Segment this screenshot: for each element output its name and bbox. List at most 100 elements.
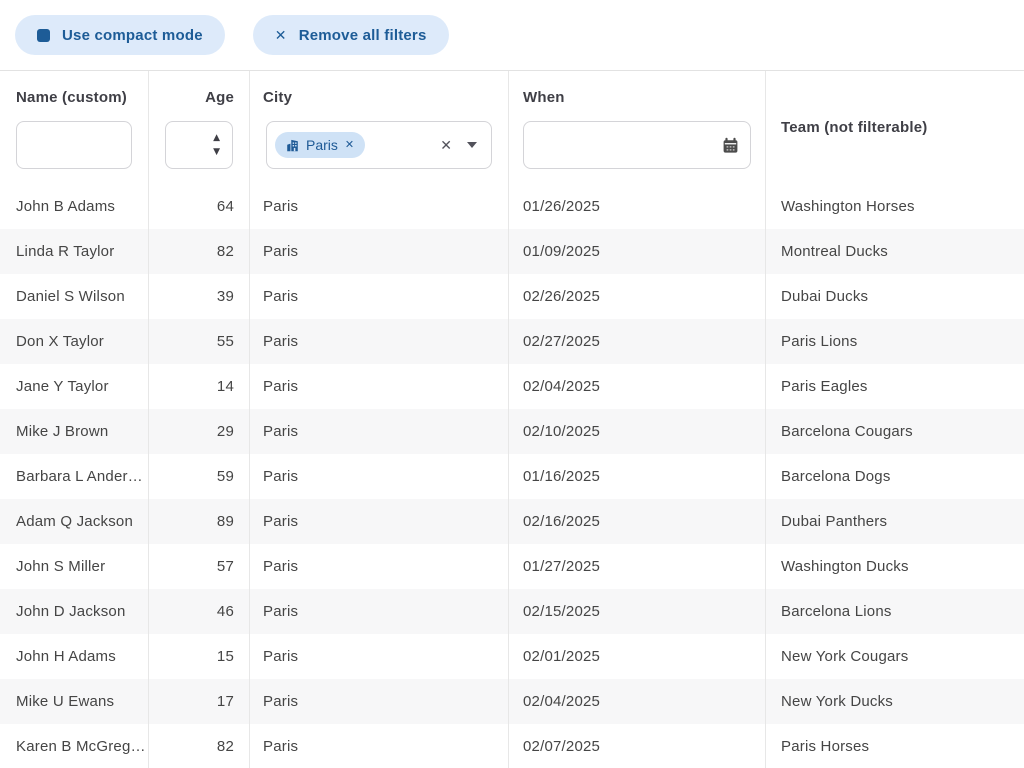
cell-age: 15 xyxy=(149,634,250,679)
cell-name: Barbara L Ander… xyxy=(0,454,149,499)
cell-when: 02/01/2025 xyxy=(509,634,766,679)
cell-when: 02/15/2025 xyxy=(509,589,766,634)
cell-team: Dubai Ducks xyxy=(781,288,869,305)
table-row: John H Adams 15 Paris 02/01/2025 New Yor… xyxy=(0,634,1024,679)
table-body: John B Adams 64 Paris 01/26/2025 Washing… xyxy=(0,184,1024,768)
cell-age: 82 xyxy=(149,724,250,768)
cell-city: Paris xyxy=(250,724,509,768)
table-row: Don X Taylor 55 Paris 02/27/2025 Paris L… xyxy=(0,319,1024,364)
cell-when: 01/26/2025 xyxy=(509,184,766,229)
cell-team: New York Ducks xyxy=(781,693,894,710)
cell-age: 82 xyxy=(149,229,250,274)
cell-age: 46 xyxy=(149,589,250,634)
column-label-city: City xyxy=(263,89,293,106)
cell-city: Paris xyxy=(250,634,509,679)
column-label-age: Age xyxy=(205,89,234,106)
name-filter-input[interactable] xyxy=(16,121,132,169)
cell-age: 89 xyxy=(149,499,250,544)
remove-filters-label: Remove all filters xyxy=(298,26,427,44)
column-label-when: When xyxy=(523,89,565,106)
age-filter: ▲ ▼ xyxy=(165,121,233,169)
when-filter-input[interactable] xyxy=(523,121,751,169)
cell-when: 02/04/2025 xyxy=(509,679,766,724)
compact-mode-button[interactable]: Use compact mode xyxy=(15,15,225,55)
cell-when: 01/27/2025 xyxy=(509,544,766,589)
column-header-team: Team (not filterable) xyxy=(766,71,1024,184)
cell-age: 14 xyxy=(149,364,250,409)
chevron-up-icon[interactable]: ▲ xyxy=(213,133,220,143)
table-row: Karen B McGreg… 82 Paris 02/07/2025 Pari… xyxy=(0,724,1024,768)
cell-when: 02/26/2025 xyxy=(509,274,766,319)
chevron-down-icon[interactable]: ▼ xyxy=(213,147,220,157)
chip-label: Paris xyxy=(306,137,338,153)
cell-city: Paris xyxy=(250,184,509,229)
building-icon xyxy=(287,139,298,151)
x-icon: ✕ xyxy=(274,27,287,43)
calendar-icon[interactable] xyxy=(722,137,739,154)
data-table: Name (custom) Age ▲ ▼ City Paris ✕ ✕ Whe… xyxy=(0,70,1024,768)
cell-name: Mike U Ewans xyxy=(0,679,149,724)
cell-team: Barcelona Dogs xyxy=(781,468,891,485)
cell-when: 01/09/2025 xyxy=(509,229,766,274)
column-label-team: Team (not filterable) xyxy=(781,118,928,136)
cell-name: Jane Y Taylor xyxy=(0,364,149,409)
when-filter xyxy=(523,121,751,169)
cell-team: New York Cougars xyxy=(781,648,909,665)
cell-team: Paris Eagles xyxy=(781,378,868,395)
cell-name: Mike J Brown xyxy=(0,409,149,454)
city-filter-multiselect[interactable]: Paris ✕ ✕ xyxy=(266,121,492,169)
cell-age: 29 xyxy=(149,409,250,454)
cell-name: Daniel S Wilson xyxy=(0,274,149,319)
table-row: Jane Y Taylor 14 Paris 02/04/2025 Paris … xyxy=(0,364,1024,409)
toolbar: Use compact mode ✕ Remove all filters xyxy=(0,0,1024,70)
table-header: Name (custom) Age ▲ ▼ City Paris ✕ ✕ Whe… xyxy=(0,71,1024,184)
cell-team: Dubai Panthers xyxy=(781,513,888,530)
table-row: Daniel S Wilson 39 Paris 02/26/2025 Duba… xyxy=(0,274,1024,319)
table-row: Mike U Ewans 17 Paris 02/04/2025 New Yor… xyxy=(0,679,1024,724)
cell-name: John S Miller xyxy=(0,544,149,589)
cell-city: Paris xyxy=(250,544,509,589)
cell-city: Paris xyxy=(250,679,509,724)
cell-city: Paris xyxy=(250,409,509,454)
city-filter-chip: Paris ✕ xyxy=(275,132,366,158)
remove-all-filters-button[interactable]: ✕ Remove all filters xyxy=(252,15,449,55)
column-header-when: When xyxy=(509,71,766,184)
cell-when: 02/27/2025 xyxy=(509,319,766,364)
cell-city: Paris xyxy=(250,499,509,544)
cell-team: Montreal Ducks xyxy=(781,243,889,260)
cell-age: 17 xyxy=(149,679,250,724)
cell-city: Paris xyxy=(250,454,509,499)
table-row: Barbara L Ander… 59 Paris 01/16/2025 Bar… xyxy=(0,454,1024,499)
table-row: Linda R Taylor 82 Paris 01/09/2025 Montr… xyxy=(0,229,1024,274)
cell-age: 59 xyxy=(149,454,250,499)
column-label-name: Name (custom) xyxy=(16,89,127,106)
chevron-down-icon[interactable] xyxy=(467,142,477,148)
cell-when: 01/16/2025 xyxy=(509,454,766,499)
column-header-name: Name (custom) xyxy=(0,71,149,184)
cell-team: Paris Lions xyxy=(781,333,858,350)
cell-city: Paris xyxy=(250,364,509,409)
cell-when: 02/10/2025 xyxy=(509,409,766,454)
cell-team: Washington Horses xyxy=(781,198,915,215)
cell-age: 64 xyxy=(149,184,250,229)
square-icon xyxy=(37,28,50,42)
age-filter-input[interactable] xyxy=(165,121,233,169)
cell-name: John H Adams xyxy=(0,634,149,679)
cell-name: John D Jackson xyxy=(0,589,149,634)
cell-age: 39 xyxy=(149,274,250,319)
cell-name: Adam Q Jackson xyxy=(0,499,149,544)
cell-name: Linda R Taylor xyxy=(0,229,149,274)
multiselect-clear-x-icon[interactable]: ✕ xyxy=(440,138,452,152)
column-header-age: Age ▲ ▼ xyxy=(149,71,250,184)
cell-team: Washington Ducks xyxy=(781,558,909,575)
table-row: John D Jackson 46 Paris 02/15/2025 Barce… xyxy=(0,589,1024,634)
cell-when: 02/04/2025 xyxy=(509,364,766,409)
cell-age: 55 xyxy=(149,319,250,364)
cell-name: John B Adams xyxy=(0,184,149,229)
cell-team: Barcelona Cougars xyxy=(781,423,913,440)
chip-remove-x-icon[interactable]: ✕ xyxy=(345,139,354,151)
age-stepper: ▲ ▼ xyxy=(213,121,220,169)
table-row: Mike J Brown 29 Paris 02/10/2025 Barcelo… xyxy=(0,409,1024,454)
cell-team: Paris Horses xyxy=(781,738,870,755)
table-row: Adam Q Jackson 89 Paris 02/16/2025 Dubai… xyxy=(0,499,1024,544)
